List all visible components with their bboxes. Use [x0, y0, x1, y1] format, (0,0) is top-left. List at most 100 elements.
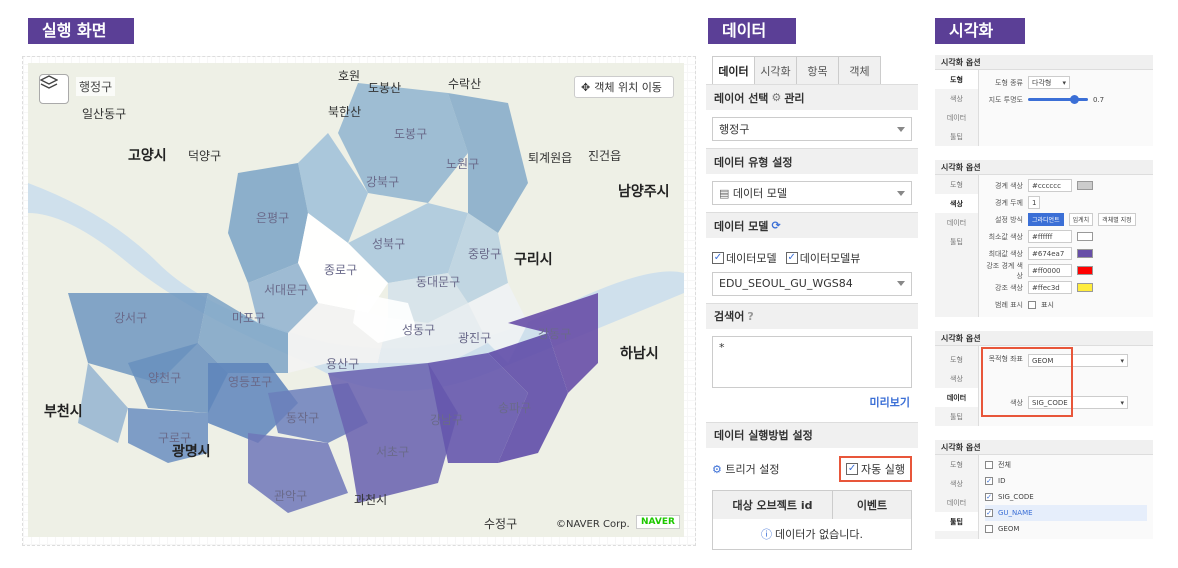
mode-threshold[interactable]: 임계치 — [1068, 213, 1094, 226]
side-tooltip[interactable]: 툴팁 — [935, 407, 978, 426]
trigger-settings[interactable]: ⚙ 트리거 설정 — [712, 461, 779, 477]
search-header: 검색어 ? — [706, 302, 918, 329]
border-color-swatch[interactable] — [1077, 181, 1093, 190]
data-model-select[interactable]: EDU_SEOUL_GU_WGS84 — [712, 271, 912, 296]
highlight-border-input[interactable]: #ff0000 — [1028, 264, 1072, 277]
emphasis-color-input[interactable]: #ffec3d — [1028, 281, 1072, 294]
field-geom-checkbox[interactable] — [985, 525, 993, 533]
map-label-namyangju: 남양주시 — [618, 184, 670, 200]
map-label-jingeon: 진건읍 — [588, 149, 622, 163]
highlight-border-swatch[interactable] — [1077, 266, 1093, 275]
map-label-jongno: 종로구 — [324, 263, 358, 277]
map-label-deogyang: 덕양구 — [188, 149, 222, 163]
map-label-songpa: 송파구 — [498, 401, 532, 415]
all-fields-checkbox[interactable] — [985, 461, 993, 469]
map-label-bucheon: 부천시 — [44, 404, 83, 420]
map-label-suraksan: 수락산 — [448, 77, 482, 91]
mode-per-object[interactable]: 객체별 지정 — [1098, 213, 1136, 226]
help-icon[interactable]: ? — [747, 310, 753, 323]
database-icon: ▤ — [719, 187, 730, 200]
layer-manage-link[interactable]: 관리 — [784, 90, 804, 106]
layer-select-header: 레이어 선택 ⚙ 관리 — [706, 84, 918, 110]
auto-run-checkbox[interactable]: ✓ 자동 실행 — [839, 455, 912, 482]
max-color-input[interactable]: #674ea7 — [1028, 247, 1072, 260]
legend-checkbox[interactable] — [1028, 300, 1036, 309]
mode-gradient[interactable]: 그라디언트 — [1028, 213, 1064, 226]
side-color[interactable]: 색상 — [935, 474, 978, 493]
side-color[interactable]: 색상 — [935, 89, 978, 108]
tab-items[interactable]: 항목 — [796, 56, 839, 84]
data-model-header: 데이터 모델 ⟳ — [706, 212, 918, 238]
field-gu-name-label: GU_NAME — [998, 509, 1033, 517]
side-tooltip[interactable]: 툴팁 — [935, 512, 978, 531]
map-label-dongdaemun: 동대문구 — [416, 275, 461, 289]
data-type-title: 데이터 유형 설정 — [714, 155, 793, 169]
data-model-view-checkbox[interactable]: ✓ 데이터모델뷰 — [785, 250, 860, 266]
layer-name-label: 행정구 — [76, 77, 116, 96]
legend-value: 표시 — [1041, 300, 1054, 309]
map-view[interactable]: 행정구 ✥ 객체 위치 이동 고양시 덕양구 일산동구 남양주시 퇴계원읍 진건… — [28, 63, 684, 537]
empty-message: ⓘ 데이터가 없습니다. — [713, 519, 911, 549]
map-label-gangseo: 강서구 — [114, 311, 148, 325]
section-tag-data: 데이터 — [708, 18, 796, 44]
side-data[interactable]: 데이터 — [935, 213, 978, 232]
border-color-input[interactable]: #cccccc — [1028, 179, 1072, 192]
side-tooltip[interactable]: 툴팁 — [935, 127, 978, 146]
map-label-yeongdeungpo: 영등포구 — [228, 375, 273, 389]
slider-knob[interactable] — [1070, 95, 1079, 104]
max-color-swatch[interactable] — [1077, 249, 1093, 258]
gear-icon[interactable]: ⚙ — [771, 91, 781, 104]
emphasis-color-swatch[interactable] — [1077, 283, 1093, 292]
shape-type-label: 도형 종류 — [995, 78, 1023, 87]
side-tooltip[interactable]: 툴팁 — [935, 232, 978, 251]
refresh-icon[interactable]: ⟳ — [771, 219, 780, 232]
tab-objects[interactable]: 객체 — [838, 56, 881, 84]
map-label-guro: 구로구 — [158, 431, 192, 445]
map-label-hoho: 호원 — [338, 69, 361, 83]
map-label-seocho: 서초구 — [376, 445, 410, 459]
layer-select-value: 행정구 — [719, 123, 750, 136]
side-data[interactable]: 데이터 — [935, 493, 978, 512]
side-shape[interactable]: 도형 — [935, 350, 978, 369]
tab-visualization[interactable]: 시각화 — [754, 56, 797, 84]
check-icon: ✓ — [712, 251, 724, 264]
data-type-select[interactable]: ▤ 데이터 모델 — [712, 181, 912, 205]
map-label-gangbuk: 강북구 — [366, 175, 400, 189]
data-panel: 데이터 시각화 항목 객체 레이어 선택 ⚙ 관리 행정구 데이터 유형 설정 … — [706, 56, 918, 550]
side-data[interactable]: 데이터 — [935, 388, 978, 407]
section-tag-vis: 시각화 — [935, 18, 1025, 44]
map-label-dobongsan: 도봉산 — [368, 81, 402, 95]
border-width-input[interactable]: 1 — [1028, 196, 1040, 209]
min-color-input[interactable]: #ffffff — [1028, 230, 1072, 243]
vis-option-tooltip: 시각화 옵션 도형 색상 데이터 툴팁 전체 ✓ ID ✓ SIG_CODE ✓ GU… — [935, 440, 1153, 539]
map-label-mapo: 마포구 — [232, 311, 266, 325]
chevron-down-icon — [897, 281, 905, 286]
tab-data[interactable]: 데이터 — [712, 56, 755, 84]
side-shape[interactable]: 도형 — [935, 455, 978, 474]
data-model-checkbox[interactable]: ✓ 데이터모델 — [712, 250, 777, 266]
section-tag-run: 실행 화면 — [28, 18, 134, 44]
vis-option-title: 시각화 옵션 — [935, 55, 1153, 70]
min-color-swatch[interactable] — [1077, 232, 1093, 241]
shape-type-select[interactable]: 다각형 ▾ — [1028, 76, 1070, 89]
side-color[interactable]: 색상 — [935, 194, 978, 213]
layer-toggle-button[interactable] — [39, 74, 69, 104]
side-shape[interactable]: 도형 — [935, 70, 978, 89]
max-color-label: 최대값 색상 — [988, 249, 1023, 258]
field-geom-label: GEOM — [998, 525, 1020, 533]
layer-select[interactable]: 행정구 — [712, 117, 912, 141]
preview-link[interactable]: 미리보기 — [712, 388, 912, 416]
field-sig-code-checkbox[interactable]: ✓ — [985, 493, 993, 501]
side-shape[interactable]: 도형 — [935, 175, 978, 194]
side-color[interactable]: 색상 — [935, 369, 978, 388]
field-gu-name-checkbox[interactable]: ✓ — [985, 509, 993, 517]
side-data[interactable]: 데이터 — [935, 108, 978, 127]
field-id-checkbox[interactable]: ✓ — [985, 477, 993, 485]
map-label-yangcheon: 양천구 — [148, 371, 182, 385]
search-textarea[interactable]: * — [712, 335, 912, 388]
map-label-seodaemun: 서대문구 — [264, 283, 309, 297]
move-object-button[interactable]: ✥ 객체 위치 이동 — [574, 76, 674, 98]
data-model-value: EDU_SEOUL_GU_WGS84 — [719, 277, 853, 290]
opacity-slider[interactable] — [1028, 95, 1088, 104]
map-label-bukhansan: 북한산 — [328, 105, 362, 119]
